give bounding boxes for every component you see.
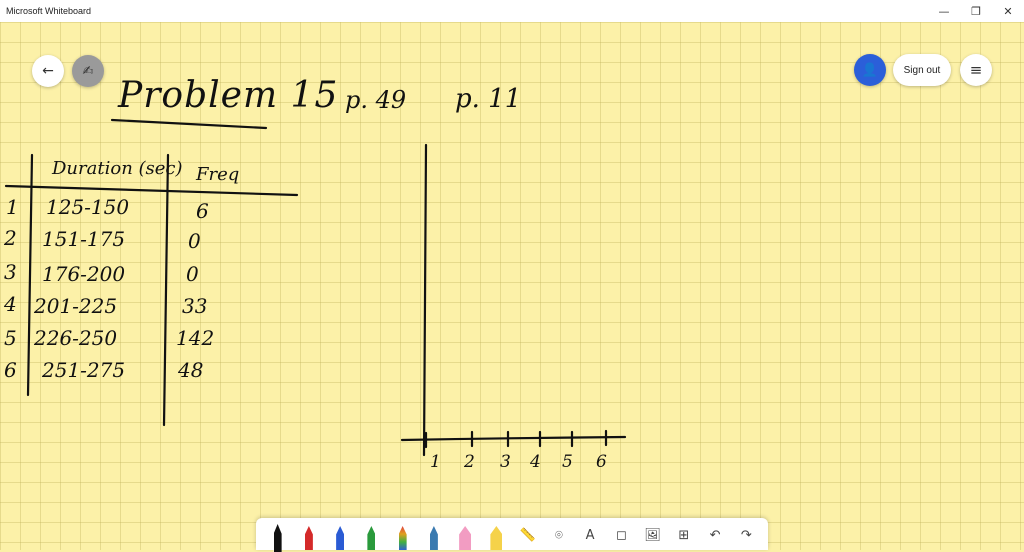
add-icon: ⊞ — [678, 527, 690, 543]
page-reference-2: p. 11 — [455, 84, 522, 114]
note-icon: ◻ — [615, 527, 627, 543]
hamburger-menu-icon: ≡ — [969, 61, 983, 79]
highlighter-pink[interactable] — [452, 520, 478, 550]
row-index: 4 — [4, 292, 17, 316]
row-freq: 142 — [176, 326, 215, 350]
axis-tick-label: 5 — [562, 452, 573, 472]
row-duration: 226-250 — [34, 326, 118, 350]
pen-galaxy-icon — [429, 526, 438, 550]
redo-icon: ↷ — [740, 527, 752, 543]
ruler-button[interactable]: 📏 — [515, 520, 541, 550]
chart-y-axis — [422, 143, 428, 457]
row-index: 5 — [4, 326, 17, 350]
ink-to-shape-button[interactable]: ✍ — [72, 55, 104, 87]
highlighter-yellow[interactable] — [483, 520, 509, 550]
sign-out-button[interactable]: Sign out — [893, 54, 951, 86]
table-header-line — [4, 184, 299, 197]
row-duration: 251-275 — [42, 358, 126, 382]
text-icon: A — [585, 527, 595, 543]
axis-tick-label: 1 — [430, 452, 441, 472]
row-duration: 176-200 — [42, 262, 126, 286]
row-freq: 0 — [188, 229, 201, 253]
table-header-duration: Duration (sec) — [52, 158, 183, 179]
image-button[interactable]: 🖼 — [640, 520, 666, 550]
chart-x-axis — [400, 435, 627, 442]
row-duration: 201-225 — [34, 294, 118, 318]
lasso-button[interactable]: ⌾ — [546, 520, 572, 550]
add-button[interactable]: ⊞ — [671, 520, 697, 550]
ruler-icon: 📏 — [519, 527, 536, 543]
axis-tick-label: 4 — [530, 452, 541, 472]
row-freq: 0 — [186, 262, 199, 286]
row-index: 2 — [4, 226, 17, 250]
text-button[interactable]: A — [577, 520, 603, 550]
highlighter-pink-icon — [459, 526, 472, 550]
share-button[interactable]: 👤 — [854, 54, 886, 86]
pen-black[interactable] — [265, 520, 291, 552]
row-index: 3 — [4, 260, 17, 284]
undo-icon: ↶ — [709, 527, 721, 543]
pen-rainbow[interactable] — [390, 520, 416, 550]
table-freq-divider — [162, 153, 170, 427]
pen-blue-icon — [336, 526, 345, 550]
menu-button[interactable]: ≡ — [960, 54, 992, 86]
page-reference-1: p. 49 — [345, 86, 407, 114]
pen-black-icon — [273, 524, 282, 552]
row-duration: 151-175 — [42, 227, 126, 251]
image-icon: 🖼 — [644, 527, 661, 543]
undo-button[interactable]: ↶ — [702, 520, 728, 550]
row-freq: 6 — [196, 199, 209, 223]
ink-beautify-icon: ✍ — [82, 63, 94, 79]
problem-title: Problem 15 — [118, 75, 339, 116]
axis-tick-label: 2 — [464, 452, 475, 472]
highlighter-yellow-icon — [490, 526, 503, 550]
pen-green-icon — [367, 526, 376, 550]
axis-tick-label: 3 — [500, 452, 511, 472]
pen-galaxy[interactable] — [421, 520, 447, 550]
row-index: 6 — [4, 358, 17, 382]
pen-green[interactable] — [358, 520, 384, 550]
pen-red-icon — [304, 526, 313, 550]
table-header-freq: Freq — [196, 164, 240, 185]
pen-blue[interactable] — [327, 520, 353, 550]
back-button[interactable]: ← — [32, 55, 64, 87]
back-arrow-icon: ← — [42, 63, 54, 79]
row-index: 1 — [6, 195, 19, 219]
person-add-icon: 👤 — [861, 62, 879, 78]
row-freq: 48 — [178, 358, 204, 382]
title-underline — [110, 118, 268, 130]
redo-button[interactable]: ↷ — [733, 520, 759, 550]
table-index-divider — [26, 153, 34, 397]
lasso-icon: ⌾ — [554, 527, 563, 543]
pen-rainbow-icon — [398, 526, 407, 550]
row-duration: 125-150 — [46, 195, 130, 219]
row-freq: 33 — [182, 294, 208, 318]
bottom-toolbar: 📏 ⌾ A ◻ 🖼 ⊞ ↶ ↷ — [256, 518, 768, 552]
axis-tick-label: 6 — [596, 452, 607, 472]
note-button[interactable]: ◻ — [608, 520, 634, 550]
pen-red[interactable] — [296, 520, 322, 550]
